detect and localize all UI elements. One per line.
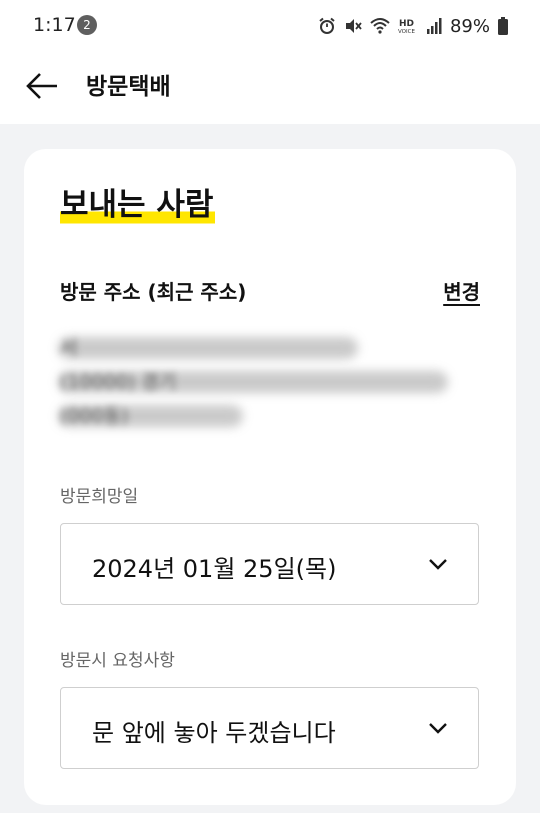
visit-request-value: 문 앞에 놓아 두겠습니다 xyxy=(92,719,336,747)
hd-voice-icon: HD VOICE xyxy=(398,19,415,35)
blur-bar xyxy=(58,337,358,359)
back-arrow-icon xyxy=(26,73,57,99)
visit-date-label: 방문희망일 xyxy=(60,487,139,507)
wifi-icon xyxy=(370,18,390,34)
battery-percentage: 89% xyxy=(449,15,490,37)
svg-text:HD: HD xyxy=(399,19,414,29)
visit-request-label: 방문시 요청사항 xyxy=(60,651,175,671)
visit-date-value: 2024년 01월 25일(목) xyxy=(92,555,337,583)
address-text-blurred: 서 (10000) 경기 (000동) xyxy=(58,333,468,443)
chevron-down-icon xyxy=(429,723,447,734)
mute-icon xyxy=(345,19,362,33)
visit-date-select[interactable]: 2024년 01월 25일(목) xyxy=(60,523,479,605)
app-header: 방문택배 xyxy=(0,52,540,124)
chevron-down-icon xyxy=(429,559,447,570)
svg-text:VOICE: VOICE xyxy=(398,29,415,35)
alarm-icon xyxy=(319,17,335,34)
sender-card: 보내는 사람 방문 주소 (최근 주소) 변경 서 (10000) 경기 (00… xyxy=(24,149,516,805)
sender-heading: 보내는 사람 xyxy=(60,185,216,225)
battery-icon xyxy=(498,17,508,35)
address-line: (10000) 경기 xyxy=(60,371,177,393)
visit-address-label: 방문 주소 (최근 주소) xyxy=(60,280,247,304)
visit-request-select[interactable]: 문 앞에 놓아 두겠습니다 xyxy=(60,687,479,769)
address-line: 서 xyxy=(60,337,78,359)
signal-icon xyxy=(426,18,442,34)
status-time: 1:17 xyxy=(33,14,76,36)
status-bar: 1:17 2 HD VOICE 89% xyxy=(0,0,540,52)
notification-count-badge: 2 xyxy=(77,15,97,35)
address-line: (000동) xyxy=(60,405,129,427)
page-title: 방문택배 xyxy=(86,74,171,100)
change-address-link[interactable]: 변경 xyxy=(443,276,480,305)
back-button[interactable] xyxy=(24,66,64,106)
status-icons: HD VOICE 89% xyxy=(318,14,508,38)
